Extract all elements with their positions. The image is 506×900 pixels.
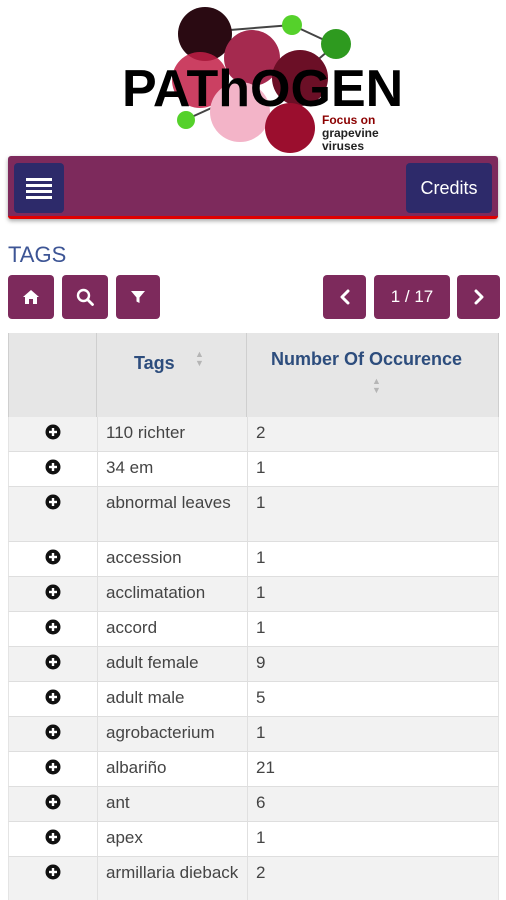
occurence-cell: 1 bbox=[247, 452, 499, 486]
table-row: 34 em 1 bbox=[8, 452, 499, 487]
chevron-left-icon bbox=[340, 289, 349, 305]
tag-cell: abnormal leaves bbox=[97, 487, 247, 541]
table-row: albariño 21 bbox=[8, 752, 499, 787]
expand-row-button[interactable] bbox=[9, 654, 97, 670]
occurence-cell: 1 bbox=[247, 542, 499, 576]
sort-icon: ▲ ▼ bbox=[372, 376, 381, 395]
tags-table: Tags ▲ ▼ Number Of Occurence ▲ ▼ 110 richt… bbox=[8, 333, 499, 900]
column-header-tags-label: Tags bbox=[134, 353, 175, 373]
search-icon bbox=[76, 288, 94, 306]
sort-icon: ▲ ▼ bbox=[195, 349, 204, 368]
plus-circle-icon bbox=[45, 459, 61, 475]
table-row: agrobacterium 1 bbox=[8, 717, 499, 752]
expand-row-button[interactable] bbox=[9, 424, 97, 440]
occurence-cell: 2 bbox=[247, 857, 499, 900]
occurence-cell: 21 bbox=[247, 752, 499, 786]
plus-circle-icon bbox=[45, 549, 61, 565]
plus-circle-icon bbox=[45, 494, 61, 510]
plus-circle-icon bbox=[45, 829, 61, 845]
pathogen-logo-graphic: PAThOGEN Focus on grapevine viruses bbox=[122, 7, 403, 153]
expand-row-button[interactable] bbox=[9, 794, 97, 810]
plus-circle-icon bbox=[45, 619, 61, 635]
filter-icon bbox=[131, 291, 145, 303]
table-row: acclimatation 1 bbox=[8, 577, 499, 612]
occurence-cell: 5 bbox=[247, 682, 499, 716]
occurence-cell: 1 bbox=[247, 487, 499, 541]
expand-row-button[interactable] bbox=[9, 459, 97, 475]
tag-cell: accession bbox=[97, 542, 247, 576]
occurence-cell: 1 bbox=[247, 612, 499, 646]
plus-circle-icon bbox=[45, 794, 61, 810]
expand-row-button[interactable] bbox=[9, 584, 97, 600]
expand-row-button[interactable] bbox=[9, 829, 97, 845]
top-navbar: Credits bbox=[8, 156, 498, 219]
home-button[interactable] bbox=[8, 275, 54, 319]
column-header-occurence[interactable]: Number Of Occurence ▲ ▼ bbox=[247, 333, 499, 417]
svg-text:viruses: viruses bbox=[322, 139, 364, 153]
search-button[interactable] bbox=[62, 275, 108, 319]
tag-cell: 34 em bbox=[97, 452, 247, 486]
table-row: armillaria dieback 2 bbox=[8, 857, 499, 900]
hamburger-icon bbox=[26, 175, 52, 202]
occurence-cell: 9 bbox=[247, 647, 499, 681]
page-title: TAGS bbox=[8, 242, 67, 267]
tag-cell: albariño bbox=[97, 752, 247, 786]
tag-cell: adult female bbox=[97, 647, 247, 681]
app-logo: PAThOGEN Focus on grapevine viruses bbox=[0, 0, 506, 158]
table-row: abnormal leaves 1 bbox=[8, 487, 499, 542]
table-row: apex 1 bbox=[8, 822, 499, 857]
pagination-indicator[interactable]: 1 / 17 bbox=[374, 275, 450, 319]
plus-circle-icon bbox=[45, 584, 61, 600]
column-header-expand bbox=[9, 333, 97, 417]
logo-title: PAThOGEN bbox=[122, 60, 403, 118]
pagination-label: 1 / 17 bbox=[390, 287, 434, 306]
occurence-cell: 2 bbox=[247, 417, 499, 451]
expand-row-button[interactable] bbox=[9, 724, 97, 740]
table-row: ant 6 bbox=[8, 787, 499, 822]
expand-row-button[interactable] bbox=[9, 689, 97, 705]
tag-cell: adult male bbox=[97, 682, 247, 716]
credits-button[interactable]: Credits bbox=[406, 163, 492, 213]
expand-row-button[interactable] bbox=[9, 759, 97, 775]
occurence-cell: 6 bbox=[247, 787, 499, 821]
column-header-tags[interactable]: Tags ▲ ▼ bbox=[97, 333, 247, 417]
tag-cell: agrobacterium bbox=[97, 717, 247, 751]
plus-circle-icon bbox=[45, 759, 61, 775]
tag-cell: apex bbox=[97, 822, 247, 856]
plus-circle-icon bbox=[45, 724, 61, 740]
svg-text:grapevine: grapevine bbox=[322, 126, 379, 140]
previous-page-button[interactable] bbox=[323, 275, 366, 319]
tag-cell: armillaria dieback bbox=[97, 857, 247, 900]
svg-text:Focus on: Focus on bbox=[322, 113, 375, 127]
plus-circle-icon bbox=[45, 424, 61, 440]
plus-circle-icon bbox=[45, 864, 61, 880]
plus-circle-icon bbox=[45, 654, 61, 670]
table-row: accession 1 bbox=[8, 542, 499, 577]
filter-button[interactable] bbox=[116, 275, 160, 319]
expand-row-button[interactable] bbox=[9, 619, 97, 635]
next-page-button[interactable] bbox=[457, 275, 500, 319]
table-body: 110 richter 2 34 em 1 abnormal leaves 1 access… bbox=[8, 417, 499, 900]
table-row: adult female 9 bbox=[8, 647, 499, 682]
expand-row-button[interactable] bbox=[9, 864, 97, 880]
chevron-right-icon bbox=[474, 289, 483, 305]
occurence-cell: 1 bbox=[247, 822, 499, 856]
expand-row-button[interactable] bbox=[9, 549, 97, 565]
table-row: 110 richter 2 bbox=[8, 417, 499, 452]
menu-button[interactable] bbox=[14, 163, 64, 213]
plus-circle-icon bbox=[45, 689, 61, 705]
expand-row-button[interactable] bbox=[9, 494, 97, 510]
tag-cell: 110 richter bbox=[97, 417, 247, 451]
table-header: Tags ▲ ▼ Number Of Occurence ▲ ▼ bbox=[8, 333, 499, 417]
table-row: adult male 5 bbox=[8, 682, 499, 717]
home-icon bbox=[23, 290, 39, 304]
occurence-cell: 1 bbox=[247, 577, 499, 611]
occurence-cell: 1 bbox=[247, 717, 499, 751]
tag-cell: accord bbox=[97, 612, 247, 646]
tag-cell: acclimatation bbox=[97, 577, 247, 611]
column-header-occurence-label: Number Of Occurence bbox=[271, 349, 463, 369]
table-row: accord 1 bbox=[8, 612, 499, 647]
tag-cell: ant bbox=[97, 787, 247, 821]
